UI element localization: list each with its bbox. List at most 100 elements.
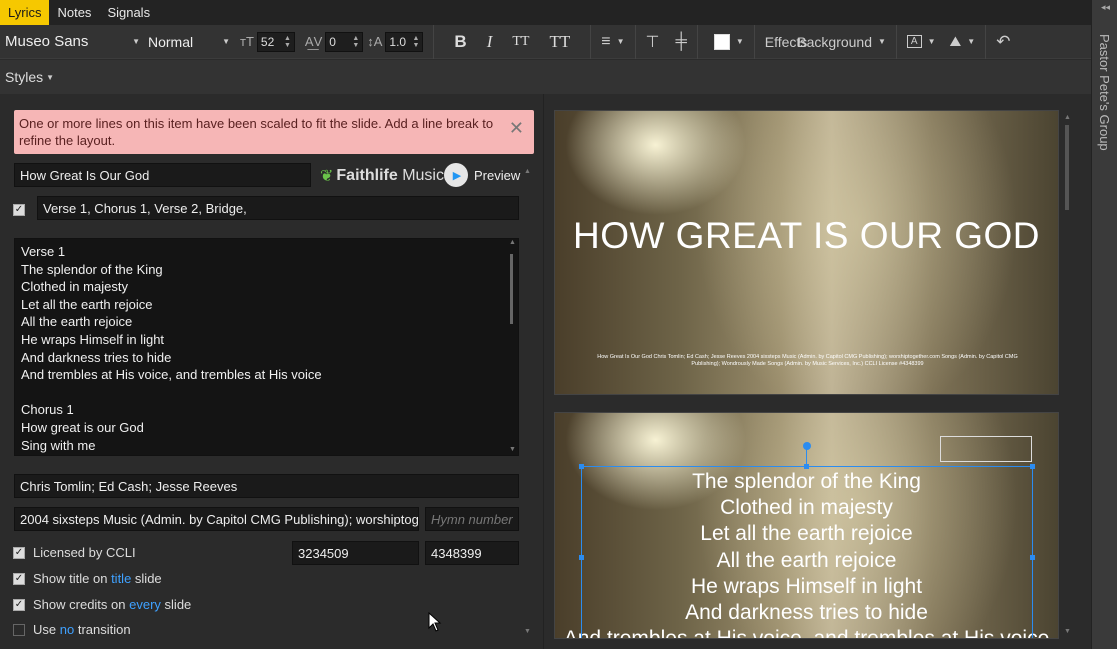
toolbar-divider	[753, 24, 755, 59]
styles-label: Styles	[5, 69, 44, 85]
chevron-down-icon[interactable]: ▼	[617, 37, 625, 46]
bold-button[interactable]: B	[454, 32, 466, 52]
lyric-line: Let all the earth rejoice	[21, 296, 153, 312]
effects-dropdown[interactable]: Effects	[765, 34, 808, 50]
panel-scroll-down-icon[interactable]: ▼	[524, 628, 531, 635]
stepper-arrows-icon[interactable]: ▲ ▼	[284, 35, 291, 49]
lyric-line: Verse 1	[21, 244, 66, 259]
verse-slide-editor[interactable]: The splendor of the King Clothed in majes…	[554, 412, 1059, 639]
copyright-input[interactable]: 2004 sixsteps Music (Admin. by Capitol C…	[14, 507, 419, 531]
stepper-arrows-icon[interactable]: ▲ ▼	[412, 35, 419, 49]
chevron-down-icon[interactable]: ▼	[967, 37, 975, 46]
mouse-cursor-icon	[428, 612, 442, 632]
preview-scrollbar[interactable]	[1065, 125, 1069, 210]
chevron-down-icon[interactable]: ▼	[928, 37, 936, 46]
italic-button[interactable]: I	[487, 32, 493, 52]
line-height-icon: ↕A	[367, 34, 383, 49]
credits-line-2: Publishing); Wondrously Made Songs (Admi…	[691, 361, 924, 367]
transition-checkbox[interactable]	[13, 624, 25, 636]
font-weight-dropdown[interactable]: Normal ▼	[148, 34, 230, 50]
lyrics-textarea[interactable]: Verse 1 The splendor of the King Clothed i…	[14, 238, 519, 456]
vertical-align-middle-icon[interactable]: ╪	[675, 33, 686, 51]
font-size-input[interactable]: 52 ▲ ▼	[256, 31, 295, 52]
font-family-dropdown[interactable]: Museo Sans ▼	[0, 33, 140, 50]
align-center-icon[interactable]: ≡	[601, 33, 610, 51]
empty-text-box[interactable]	[940, 436, 1032, 462]
close-icon[interactable]: ✕	[509, 119, 524, 137]
credits-line-1: How Great Is Our God Chris Tomlin; Ed Ca…	[597, 354, 1018, 360]
hymn-number-input[interactable]: Hymn number	[425, 507, 519, 531]
transition-suffix: transition	[77, 622, 131, 637]
image-icon[interactable]: ⛰	[950, 33, 962, 50]
ccli-song-number-input[interactable]: 3234509	[292, 541, 419, 565]
alert-message: One or more lines on this item have been…	[19, 116, 494, 148]
preview-scroll-up-icon[interactable]: ▲	[1064, 114, 1071, 121]
toolbar-divider	[433, 24, 435, 59]
text-selection-box[interactable]	[581, 466, 1033, 638]
title-slide-thumbnail[interactable]: HOW GREAT IS OUR GOD How Great Is Our Go…	[554, 110, 1059, 395]
song-title-input[interactable]: How Great Is Our God	[14, 163, 311, 187]
all-caps-button[interactable]: TT	[549, 32, 570, 52]
transition-option: Use no transition	[33, 622, 131, 637]
resize-handle[interactable]	[1030, 555, 1035, 560]
tab-signals[interactable]: Signals	[99, 0, 158, 25]
licensed-checkbox[interactable]: ✓	[13, 547, 25, 559]
chevron-down-icon[interactable]: ▼	[736, 37, 744, 46]
resize-handle[interactable]	[1030, 464, 1035, 469]
lyric-line: Sing with me	[21, 437, 96, 453]
licensed-label: Licensed by CCLI	[33, 545, 136, 560]
line-height-value: 1.0	[389, 34, 407, 49]
font-size-icon: ᴛT	[240, 34, 254, 49]
side-panel-label[interactable]: Pastor Pete's Group	[1097, 34, 1112, 151]
arrangement-checkbox[interactable]: ✓	[13, 204, 25, 216]
brand-suffix: Music	[402, 167, 444, 184]
lyric-line: All the earth rejoice	[21, 314, 133, 330]
rotate-handle[interactable]	[803, 442, 811, 450]
lyric-line: And darkness tries to hide	[21, 349, 172, 365]
resize-handle[interactable]	[579, 555, 584, 560]
scaling-alert: One or more lines on this item have been…	[14, 110, 534, 154]
transition-link[interactable]: no	[60, 622, 74, 637]
resize-handle[interactable]	[579, 464, 584, 469]
show-title-checkbox[interactable]: ✓	[13, 573, 25, 585]
background-label: Background	[797, 33, 872, 50]
toolbar-divider	[985, 24, 987, 59]
scroll-up-icon[interactable]: ▲	[509, 239, 516, 246]
leaf-icon: ❦	[320, 168, 334, 185]
faithlife-music-logo[interactable]: ❦ Faithlife Music	[320, 166, 444, 186]
lyric-line	[21, 384, 512, 402]
undo-icon[interactable]: ↶	[996, 32, 1010, 52]
expand-panel-icon[interactable]: ◂◂	[1101, 2, 1110, 13]
effects-label: Effects	[764, 33, 808, 50]
tab-lyrics[interactable]: Lyrics	[0, 0, 50, 25]
text-box-icon[interactable]: A	[906, 35, 922, 48]
small-caps-button[interactable]: TT	[512, 34, 529, 50]
show-credits-checkbox[interactable]: ✓	[13, 599, 25, 611]
chevron-down-icon[interactable]: ▼	[878, 37, 886, 46]
lyrics-scrollbar[interactable]	[510, 254, 513, 324]
toolbar-divider	[895, 24, 897, 59]
scroll-down-icon[interactable]: ▼	[509, 446, 516, 453]
background-dropdown[interactable]: Background	[797, 34, 872, 50]
letter-spacing-input[interactable]: 0 ▲ ▼	[325, 31, 364, 52]
arrangement-input[interactable]: Verse 1, Chorus 1, Verse 2, Bridge,	[37, 196, 519, 220]
tab-notes[interactable]: Notes	[49, 0, 99, 25]
letter-spacing-icon: A͟V	[304, 34, 323, 49]
toolbar-divider	[696, 24, 698, 59]
ccli-license-input[interactable]: 4348399	[425, 541, 519, 565]
panel-scroll-up-icon[interactable]: ▲	[524, 168, 531, 175]
stepper-arrows-icon[interactable]: ▲ ▼	[352, 35, 359, 49]
lyric-line: The splendor of the King	[21, 261, 163, 277]
preview-button[interactable]: ▶ Preview	[444, 163, 520, 187]
styles-dropdown[interactable]: Styles ▼	[0, 60, 1091, 94]
preview-scroll-down-icon[interactable]: ▼	[1064, 628, 1071, 635]
text-color-swatch[interactable]	[713, 33, 730, 50]
chevron-down-icon: ▼	[46, 72, 55, 82]
authors-input[interactable]: Chris Tomlin; Ed Cash; Jesse Reeves	[14, 474, 519, 498]
lyric-line: Clothed in majesty	[21, 279, 128, 295]
vertical-align-top-icon[interactable]: ⊤	[646, 32, 660, 52]
side-panel-collapsed[interactable]: ◂◂ Pastor Pete's Group	[1091, 0, 1117, 649]
line-height-input[interactable]: 1.0 ▲ ▼	[385, 31, 424, 52]
show-credits-link[interactable]: every	[129, 597, 161, 612]
show-title-link[interactable]: title	[111, 571, 131, 586]
